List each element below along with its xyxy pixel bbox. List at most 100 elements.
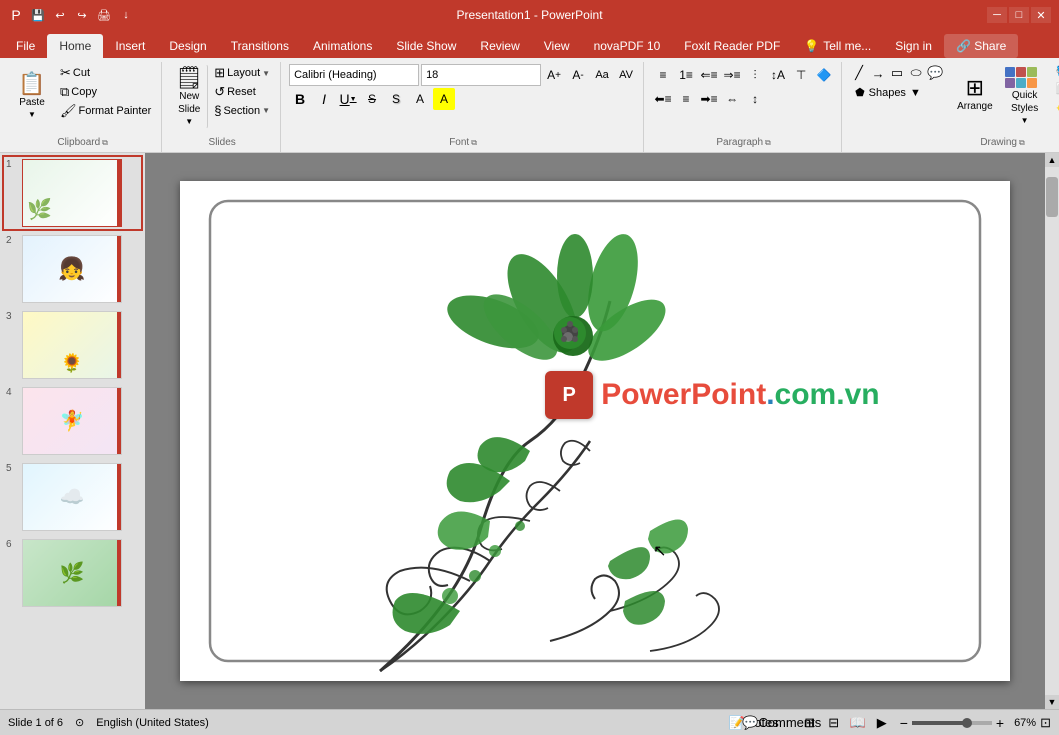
- zoom-out-icon[interactable]: −: [900, 715, 908, 731]
- customize-icon[interactable]: ↓: [118, 7, 134, 23]
- arrange-button[interactable]: ⊞ Arrange: [952, 64, 998, 124]
- tab-tellme[interactable]: 💡 Tell me...: [792, 34, 883, 58]
- tab-insert[interactable]: Insert: [103, 34, 157, 58]
- shape-fill-button[interactable]: 🪣 Shape Fill ▼: [1052, 64, 1059, 79]
- layout-button[interactable]: ⊞ Layout ▼: [210, 64, 274, 82]
- normal-view-button[interactable]: ⊞: [800, 713, 820, 733]
- bullets-button[interactable]: ≡: [652, 64, 674, 86]
- font-name-input[interactable]: Calibri (Heading): [289, 64, 419, 86]
- reading-view-button[interactable]: 📖: [848, 713, 868, 733]
- new-slide-icon: 🗒: [175, 67, 203, 89]
- slide-sorter-button[interactable]: ⊟: [824, 713, 844, 733]
- tab-novapdf[interactable]: novaPDF 10: [582, 34, 673, 58]
- fontcolor-button[interactable]: A: [409, 88, 431, 110]
- new-slide-button[interactable]: 🗒 New Slide ▼: [170, 64, 208, 129]
- format-painter-button[interactable]: 🖌 Format Painter: [56, 102, 155, 120]
- section-button[interactable]: § Section ▼: [210, 102, 274, 119]
- undo-icon[interactable]: ↩: [52, 7, 68, 23]
- slide-thumb-3[interactable]: 3 🌻: [4, 309, 141, 381]
- increase-indent-button[interactable]: ⇒≡: [721, 64, 743, 86]
- quickstyles-button[interactable]: Quick Styles ▼: [1000, 64, 1050, 128]
- decrease-font-button[interactable]: A-: [567, 64, 589, 86]
- tab-signin[interactable]: Sign in: [883, 34, 944, 58]
- font-size-input[interactable]: 18: [421, 64, 541, 86]
- tab-view[interactable]: View: [532, 34, 582, 58]
- shapes-button[interactable]: ⬟ Shapes ▼: [850, 84, 950, 101]
- font-expand-icon[interactable]: ⧉: [471, 138, 477, 148]
- tab-home[interactable]: Home: [47, 34, 103, 58]
- shape-effects-button[interactable]: ✨ Shape Effects -: [1052, 98, 1059, 113]
- slide-thumb-6[interactable]: 6 🌿: [4, 537, 141, 609]
- bold-button[interactable]: B: [289, 88, 311, 110]
- tab-file[interactable]: File: [4, 34, 47, 58]
- clear-format-button[interactable]: Aa: [591, 64, 613, 86]
- smartart-button[interactable]: 🔷: [813, 64, 835, 86]
- strikethrough-button[interactable]: S: [361, 88, 383, 110]
- align-right-button[interactable]: ➡≡: [698, 88, 720, 110]
- slide-canvas-area[interactable]: P PowerPoint.com.vn ↖: [145, 153, 1045, 709]
- shape-line[interactable]: ╱: [850, 64, 868, 82]
- close-button[interactable]: ✕: [1031, 7, 1051, 23]
- slide-thumb-1[interactable]: 1 🌿: [4, 157, 141, 229]
- format-painter-label: Format Painter: [79, 105, 152, 117]
- line-spacing-button[interactable]: ↕: [744, 88, 766, 110]
- tab-slideshow[interactable]: Slide Show: [384, 34, 468, 58]
- slide-num-5: 5: [6, 463, 18, 474]
- redo-icon[interactable]: ↪: [74, 7, 90, 23]
- slide-thumb-4[interactable]: 4 🧚: [4, 385, 141, 457]
- underline-button[interactable]: U▼: [337, 88, 359, 110]
- highlight-button[interactable]: A: [433, 88, 455, 110]
- tab-transitions[interactable]: Transitions: [219, 34, 301, 58]
- increase-font-button[interactable]: A+: [543, 64, 565, 86]
- scrollbar-thumb[interactable]: [1046, 177, 1058, 217]
- scrollbar-up-button[interactable]: ▲: [1045, 153, 1059, 167]
- columns-button[interactable]: ⫶: [744, 64, 766, 86]
- tab-review[interactable]: Review: [468, 34, 531, 58]
- tab-design[interactable]: Design: [157, 34, 218, 58]
- tab-foxit[interactable]: Foxit Reader PDF: [672, 34, 792, 58]
- numbering-button[interactable]: 1≡: [675, 64, 697, 86]
- zoom-in-icon[interactable]: +: [996, 715, 1004, 731]
- slide-thumb-2[interactable]: 2 👧: [4, 233, 141, 305]
- minimize-button[interactable]: ─: [987, 7, 1007, 23]
- comments-button[interactable]: 💬 Comments: [772, 713, 792, 733]
- slide-thumb-5[interactable]: 5 ☁️: [4, 461, 141, 533]
- copy-button[interactable]: ⧉ Copy: [56, 83, 155, 101]
- shape-callout[interactable]: 💬: [926, 64, 944, 82]
- shape-rect[interactable]: ▭: [888, 64, 906, 82]
- maximize-button[interactable]: □: [1009, 7, 1029, 23]
- print-icon[interactable]: 🖨: [96, 7, 112, 23]
- slideshow-button[interactable]: ▶: [872, 713, 892, 733]
- italic-button[interactable]: I: [313, 88, 335, 110]
- clipboard-expand-icon[interactable]: ⧉: [102, 138, 108, 148]
- save-icon[interactable]: 💾: [30, 7, 46, 23]
- justify-button[interactable]: ⇔: [721, 88, 743, 110]
- reset-button[interactable]: ↺ Reset: [210, 83, 274, 101]
- slide-num-3: 3: [6, 311, 18, 322]
- decrease-indent-button[interactable]: ⇐≡: [698, 64, 720, 86]
- align-left-button[interactable]: ⬅≡: [652, 88, 674, 110]
- zoom-thumb[interactable]: [962, 718, 972, 728]
- shape-oval[interactable]: ⬭: [907, 64, 925, 82]
- text-direction-button[interactable]: ↕A: [767, 64, 789, 86]
- accessibility-icon[interactable]: ⊙: [75, 716, 84, 729]
- zoom-fill: [912, 721, 966, 725]
- para-expand-icon[interactable]: ⧉: [765, 138, 771, 148]
- align-text-button[interactable]: ⊤: [790, 64, 812, 86]
- ribbon: 📋 Paste ▼ ✂ Cut ⧉ Copy 🖌 Format Painter: [0, 58, 1059, 153]
- cut-button[interactable]: ✂ Cut: [56, 64, 155, 82]
- shadow-button[interactable]: S: [385, 88, 407, 110]
- tab-share[interactable]: 🔗 Share: [944, 34, 1018, 58]
- zoom-level[interactable]: 67%: [1008, 717, 1036, 729]
- zoom-slider[interactable]: [912, 721, 992, 725]
- fit-slide-icon[interactable]: ⊡: [1040, 715, 1051, 731]
- scrollbar-track[interactable]: [1045, 167, 1059, 695]
- paste-button[interactable]: 📋 Paste ▼: [10, 64, 54, 128]
- align-center-button[interactable]: ≡: [675, 88, 697, 110]
- scrollbar-down-button[interactable]: ▼: [1045, 695, 1059, 709]
- tab-animations[interactable]: Animations: [301, 34, 384, 58]
- drawing-expand-icon[interactable]: ⧉: [1019, 138, 1025, 148]
- shape-outline-button[interactable]: ⬜ Shape Outline ▼: [1052, 81, 1059, 96]
- shape-arrow[interactable]: →: [869, 64, 887, 82]
- char-spacing-button[interactable]: AV: [615, 64, 637, 86]
